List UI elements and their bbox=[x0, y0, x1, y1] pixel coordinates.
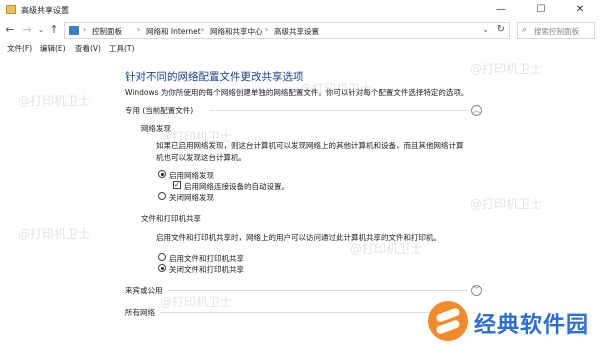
menu-bar: 文件(F) 编辑(E) 查看(V) 工具(T) bbox=[0, 42, 600, 54]
section-divider bbox=[168, 290, 468, 291]
minimize-button[interactable]: — bbox=[481, 0, 521, 20]
control-panel-icon bbox=[69, 26, 79, 35]
search-icon: ⌕ bbox=[522, 25, 528, 35]
discovery-on-label[interactable]: 启用网络发现 bbox=[169, 170, 214, 181]
sharing-on-radio[interactable] bbox=[158, 253, 166, 261]
up-arrow-icon[interactable]: ↑ bbox=[47, 23, 61, 37]
private-profile-label[interactable]: 专用 (当前配置文件) bbox=[125, 105, 193, 116]
breadcrumb-separator: › bbox=[201, 25, 205, 34]
search-box[interactable]: ⌕ 搜索控制面板 bbox=[517, 22, 595, 39]
chevron-down-icon[interactable]: ⌄ bbox=[482, 25, 489, 34]
sharing-off-label[interactable]: 关闭文件和打印机共享 bbox=[169, 264, 244, 275]
search-placeholder: 搜索控制面板 bbox=[534, 27, 579, 36]
breadcrumb-advanced-sharing[interactable]: 高级共享设置 bbox=[274, 26, 319, 37]
file-printer-sharing-description: 启用文件和打印机共享时，网络上的用户可以访问通过此计算机共享的文件和打印机。 bbox=[156, 233, 441, 242]
discovery-off-label[interactable]: 关闭网络发现 bbox=[169, 192, 214, 203]
breadcrumb-sharing-center[interactable]: 网络和共享中心 bbox=[210, 26, 263, 37]
network-discovery-description: 如果已启用网络发现，则这台计算机可以发现网络上的其他计算机和设备，而且其他网络计… bbox=[156, 141, 464, 162]
breadcrumb-network-internet[interactable]: 网络和 Internet bbox=[146, 26, 201, 37]
sharing-on-label[interactable]: 启用文件和打印机共享 bbox=[169, 253, 244, 264]
brand-logo-icon bbox=[428, 301, 468, 341]
address-bar[interactable]: › 控制面板 › 网络和 Internet › 网络和共享中心 › 高级共享设置… bbox=[64, 22, 510, 39]
breadcrumb-separator: › bbox=[83, 25, 87, 34]
folder-icon bbox=[6, 5, 16, 14]
section-divider bbox=[210, 110, 468, 111]
refresh-icon[interactable]: ↻ bbox=[497, 24, 505, 35]
sharing-off-radio[interactable] bbox=[158, 264, 166, 272]
menu-view[interactable]: 查看(V) bbox=[75, 43, 101, 54]
chevron-down-icon[interactable]: ﹀ bbox=[471, 285, 482, 296]
chevron-up-icon[interactable]: ︿ bbox=[471, 105, 482, 116]
menu-edit[interactable]: 编辑(E) bbox=[40, 43, 66, 54]
discovery-on-radio[interactable] bbox=[158, 170, 166, 178]
recent-locations-icon[interactable]: ⌄ bbox=[34, 23, 48, 37]
discovery-off-radio[interactable] bbox=[158, 192, 166, 200]
menu-tools[interactable]: 工具(T) bbox=[109, 43, 134, 54]
close-button[interactable]: ✕ bbox=[560, 0, 600, 20]
breadcrumb-control-panel[interactable]: 控制面板 bbox=[92, 26, 122, 37]
brand-logo: 经典软件园 bbox=[428, 299, 598, 343]
brand-name: 经典软件园 bbox=[474, 313, 590, 338]
network-discovery-title: 网络发现 bbox=[141, 124, 171, 133]
file-printer-sharing-title: 文件和打印机共享 bbox=[141, 214, 201, 223]
section-divider bbox=[160, 312, 460, 313]
forward-arrow-icon[interactable]: → bbox=[20, 23, 34, 37]
all-networks-label[interactable]: 所有网络 bbox=[125, 307, 155, 318]
auto-setup-checkbox[interactable]: ✓ bbox=[173, 181, 181, 189]
page-description: Windows 为你所使用的每个网络创建单独的网络配置文件。你可以针对每个配置文… bbox=[125, 88, 469, 97]
auto-setup-label[interactable]: 启用网络连接设备的自动设置。 bbox=[184, 181, 289, 192]
back-arrow-icon[interactable]: ← bbox=[3, 23, 17, 37]
breadcrumb-separator: › bbox=[137, 25, 141, 34]
navigation-bar: ← → ⌄ ↑ › 控制面板 › 网络和 Internet › 网络和共享中心 … bbox=[0, 20, 600, 42]
title-bar: 高级共享设置 — ☐ ✕ bbox=[0, 0, 600, 20]
menu-file[interactable]: 文件(F) bbox=[7, 43, 32, 54]
page-title: 针对不同的网络配置文件更改共享选项 bbox=[125, 71, 304, 83]
breadcrumb-separator: › bbox=[265, 25, 269, 34]
window-title: 高级共享设置 bbox=[21, 6, 69, 15]
guest-public-label[interactable]: 来宾或公用 bbox=[125, 285, 163, 296]
maximize-button[interactable]: ☐ bbox=[521, 0, 561, 20]
